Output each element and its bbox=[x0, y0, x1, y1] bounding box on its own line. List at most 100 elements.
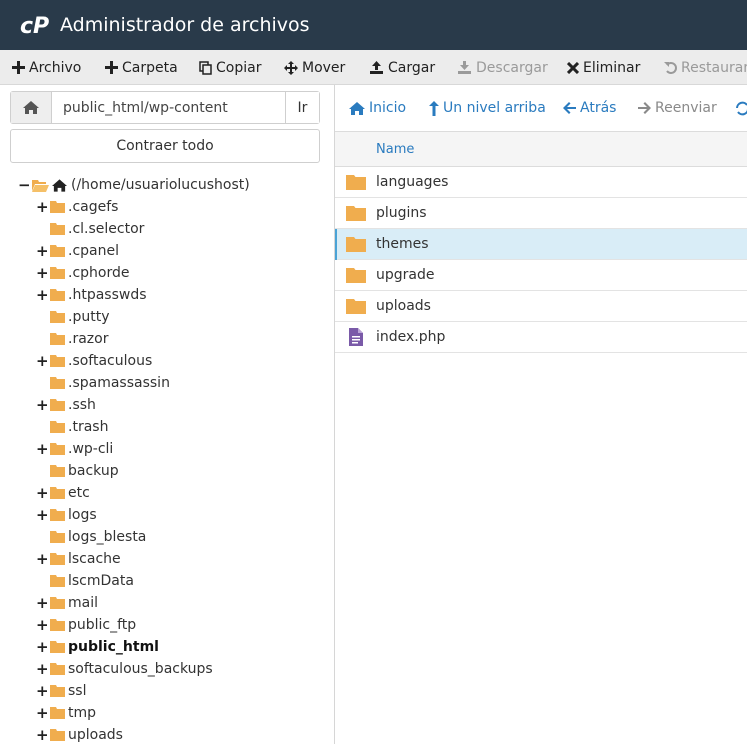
table-row[interactable]: themes bbox=[335, 229, 747, 260]
tree-item[interactable]: logs_blesta bbox=[36, 526, 146, 548]
tree-item-label: .htpasswds bbox=[68, 287, 147, 303]
tree-item[interactable]: .putty bbox=[36, 306, 109, 328]
upload-button[interactable]: Cargar bbox=[369, 50, 435, 84]
tree-item[interactable]: + tmp bbox=[36, 702, 96, 724]
expand-toggle-icon[interactable]: + bbox=[36, 704, 49, 722]
tree-item[interactable]: + .ssh bbox=[36, 394, 96, 416]
expand-toggle-icon[interactable]: + bbox=[36, 242, 49, 260]
folder-open-icon bbox=[32, 179, 49, 192]
expand-toggle-icon[interactable]: + bbox=[36, 440, 49, 458]
close-icon bbox=[567, 61, 579, 74]
tree-item[interactable]: + .cagefs bbox=[36, 196, 118, 218]
table-row[interactable]: uploads bbox=[335, 291, 747, 322]
upload-icon bbox=[370, 60, 383, 74]
row-icon bbox=[335, 205, 376, 221]
expand-toggle-icon[interactable]: + bbox=[36, 550, 49, 568]
table-row[interactable]: plugins bbox=[335, 198, 747, 229]
tree-item[interactable]: + lscache bbox=[36, 548, 121, 570]
table-row[interactable]: languages bbox=[335, 167, 747, 198]
tree-item-label: logs_blesta bbox=[68, 529, 147, 545]
tree-item[interactable]: .spamassassin bbox=[36, 372, 170, 394]
expand-toggle-icon[interactable]: + bbox=[36, 682, 49, 700]
name-column-header[interactable]: Name bbox=[376, 142, 414, 157]
file-name: uploads bbox=[376, 298, 431, 314]
expand-toggle-icon[interactable]: + bbox=[36, 286, 49, 304]
tree-item[interactable]: + public_html bbox=[36, 636, 159, 658]
expand-toggle-icon[interactable]: + bbox=[36, 352, 49, 370]
folder-icon bbox=[50, 333, 65, 345]
expand-toggle-icon[interactable]: + bbox=[36, 396, 49, 414]
expand-toggle-icon[interactable]: + bbox=[36, 660, 49, 678]
restore-button[interactable]: Restaurar bbox=[664, 50, 747, 84]
tree-item[interactable]: + softaculous_backups bbox=[36, 658, 213, 680]
delete-button[interactable]: Eliminar bbox=[567, 50, 640, 84]
tree-item-label: public_ftp bbox=[68, 617, 137, 633]
back-label: Atrás bbox=[580, 100, 617, 116]
folder-icon bbox=[50, 685, 65, 697]
expand-toggle-icon[interactable]: + bbox=[36, 198, 49, 216]
tree-item[interactable]: + .htpasswds bbox=[36, 284, 147, 306]
folder-icon bbox=[50, 245, 65, 257]
new-folder-button[interactable]: Carpeta bbox=[105, 50, 178, 84]
home-icon bbox=[52, 178, 67, 192]
copy-button[interactable]: Copiar bbox=[199, 50, 261, 84]
svg-text:cP: cP bbox=[20, 14, 49, 38]
tree-item[interactable]: backup bbox=[36, 460, 119, 482]
move-button[interactable]: Mover bbox=[284, 50, 345, 84]
tree-item[interactable]: + public_ftp bbox=[36, 614, 136, 636]
tree-item[interactable]: + mail bbox=[36, 592, 98, 614]
table-row[interactable]: upgrade bbox=[335, 260, 747, 291]
tree-item[interactable]: + .cpanel bbox=[36, 240, 119, 262]
tree-item[interactable]: + .softaculous bbox=[36, 350, 152, 372]
expand-toggle-icon[interactable]: + bbox=[36, 484, 49, 502]
move-icon bbox=[284, 60, 298, 75]
folder-icon bbox=[50, 311, 65, 323]
home-button[interactable]: Inicio bbox=[349, 85, 406, 131]
collapse-all-button[interactable]: Contraer todo bbox=[10, 129, 320, 163]
expand-toggle-icon[interactable]: + bbox=[36, 506, 49, 524]
reload-button[interactable] bbox=[735, 85, 747, 131]
table-row[interactable]: index.php bbox=[335, 322, 747, 353]
folder-icon bbox=[345, 267, 366, 283]
folder-icon bbox=[50, 663, 65, 675]
tree-item-label: lscache bbox=[68, 551, 121, 567]
path-input[interactable] bbox=[52, 92, 285, 123]
expand-toggle-icon[interactable]: + bbox=[36, 638, 49, 656]
folder-icon bbox=[50, 729, 65, 741]
tree-item[interactable]: lscmData bbox=[36, 570, 134, 592]
tree-item[interactable]: + uploads bbox=[36, 724, 123, 746]
row-icon bbox=[335, 267, 376, 283]
tree-item[interactable]: + .cphorde bbox=[36, 262, 129, 284]
expand-toggle-icon[interactable]: + bbox=[36, 594, 49, 612]
folder-icon bbox=[50, 267, 65, 279]
new-file-button[interactable]: Archivo bbox=[12, 50, 81, 84]
forward-button[interactable]: Reenviar bbox=[638, 85, 717, 131]
tree-item-label: backup bbox=[68, 463, 119, 479]
title-bar: cP Administrador de archivos bbox=[0, 0, 747, 50]
expand-toggle-icon[interactable]: + bbox=[36, 616, 49, 634]
expand-toggle-icon[interactable]: + bbox=[36, 726, 49, 744]
collapse-toggle-icon[interactable]: − bbox=[18, 176, 31, 194]
download-button[interactable]: Descargar bbox=[457, 50, 548, 84]
folder-icon bbox=[50, 509, 65, 521]
tree-item[interactable]: + .wp-cli bbox=[36, 438, 113, 460]
up-one-level-button[interactable]: Un nivel arriba bbox=[429, 85, 546, 131]
table-header: Name bbox=[335, 132, 747, 167]
tree-item[interactable]: + etc bbox=[36, 482, 90, 504]
tree-item[interactable]: .razor bbox=[36, 328, 108, 350]
tree-item[interactable]: + logs bbox=[36, 504, 97, 526]
folder-icon bbox=[50, 619, 65, 631]
folder-icon bbox=[50, 597, 65, 609]
path-home-button[interactable] bbox=[11, 92, 52, 123]
expand-toggle-icon[interactable]: + bbox=[36, 264, 49, 282]
tree-item[interactable]: .trash bbox=[36, 416, 108, 438]
tree-item[interactable]: .cl.selector bbox=[36, 218, 144, 240]
file-name: languages bbox=[376, 174, 449, 190]
tree-root[interactable]: − (/home/usuariolucushost) bbox=[18, 174, 250, 196]
back-button[interactable]: Atrás bbox=[563, 85, 616, 131]
navigation-bar: Inicio Un nivel arriba Atrás Reenviar bbox=[335, 85, 747, 131]
home-label: Inicio bbox=[369, 100, 407, 116]
tree-item[interactable]: + ssl bbox=[36, 680, 86, 702]
undo-icon bbox=[664, 62, 677, 74]
go-button[interactable]: Ir bbox=[285, 92, 319, 123]
